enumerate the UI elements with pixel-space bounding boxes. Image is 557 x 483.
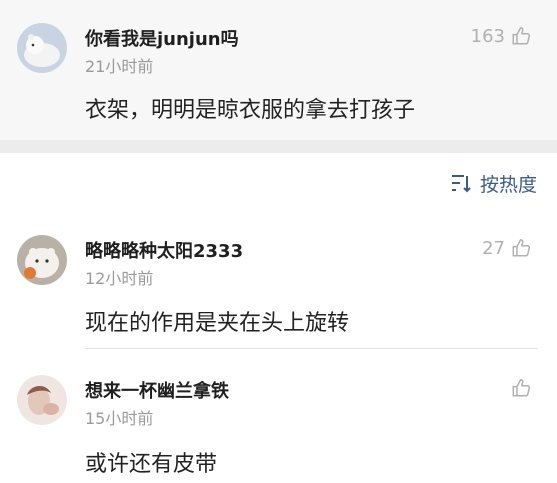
- like-count: 163: [470, 25, 505, 47]
- comment-text: 或许还有皮带: [85, 452, 218, 477]
- avatar-image-icon: [17, 235, 67, 285]
- comment-divider: [85, 348, 538, 349]
- avatar[interactable]: [17, 23, 67, 73]
- sort-by-hot-button[interactable]: 按热度: [450, 168, 537, 198]
- timestamp: 15小时前: [85, 409, 154, 428]
- thumbs-up-icon: [512, 239, 531, 257]
- username[interactable]: 想来一杯幽兰拿铁: [85, 377, 229, 403]
- avatar[interactable]: [17, 235, 67, 285]
- sort-label: 按热度: [479, 173, 537, 196]
- comment-text: 衣架，明明是晾衣服的拿去打孩子: [85, 98, 416, 123]
- comment-text: 现在的作用是夹在头上旋转: [85, 311, 350, 336]
- timestamp: 12小时前: [85, 269, 154, 288]
- username[interactable]: 略略略种太阳2333: [85, 237, 243, 263]
- avatar[interactable]: [17, 375, 67, 425]
- like-count: 27: [482, 237, 505, 259]
- like-button[interactable]: [511, 377, 533, 399]
- top-comment-card: 你看我是junjun吗 21小时前 衣架，明明是晾衣服的拿去打孩子 163: [0, 0, 557, 140]
- sort-lines-icon: [451, 175, 471, 193]
- timestamp: 21小时前: [85, 57, 154, 76]
- like-button[interactable]: 27: [482, 237, 533, 259]
- thumbs-up-icon: [512, 27, 531, 45]
- username[interactable]: 你看我是junjun吗: [85, 25, 239, 51]
- section-separator: [0, 140, 557, 153]
- thumbs-up-icon: [512, 379, 531, 397]
- like-button[interactable]: 163: [471, 25, 533, 47]
- avatar-image-icon: [17, 375, 67, 425]
- avatar-image-icon: [17, 23, 67, 73]
